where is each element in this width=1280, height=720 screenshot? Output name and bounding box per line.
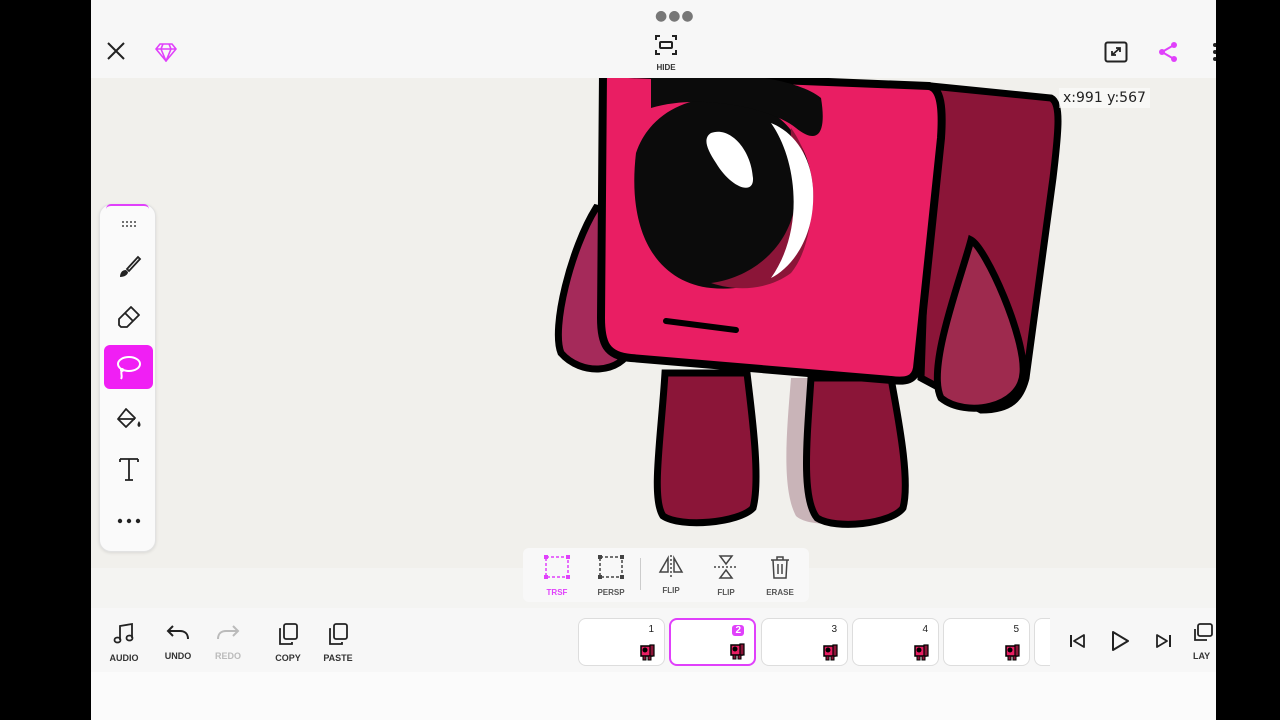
more-tools[interactable] xyxy=(104,499,153,543)
frame-thumbnail-selected[interactable]: 2 xyxy=(669,618,756,666)
brush-icon xyxy=(119,255,141,277)
redo-button[interactable]: REDO xyxy=(206,622,250,661)
brush-tool[interactable] xyxy=(104,245,153,289)
lasso-tool[interactable] xyxy=(104,345,153,389)
flip-horizontal-label: FLIP xyxy=(662,586,680,595)
undo-button[interactable]: UNDO xyxy=(156,622,200,661)
frame-preview-icon xyxy=(1005,644,1020,661)
frame-number: 1 xyxy=(648,624,654,635)
paste-button[interactable]: PASTE xyxy=(316,622,360,663)
drag-handle-icon[interactable] xyxy=(104,209,153,239)
text-tool[interactable] xyxy=(104,447,153,491)
lasso-icon xyxy=(116,356,141,380)
tool-palette xyxy=(99,204,156,552)
diamond-icon[interactable] xyxy=(153,40,179,64)
undo-icon xyxy=(166,625,189,640)
flip-vertical-label: FLIP xyxy=(717,588,735,597)
frame-number: 5 xyxy=(1013,624,1019,635)
frame-thumbnail[interactable]: 3 xyxy=(761,618,848,666)
skip-to-end-icon[interactable] xyxy=(1151,630,1175,652)
more-icon xyxy=(117,518,140,524)
hide-label: HIDE xyxy=(656,63,676,72)
flip-vertical-icon xyxy=(714,555,738,579)
flip-horizontal-button[interactable]: FLIP xyxy=(649,554,693,595)
audio-button[interactable]: AUDIO xyxy=(102,622,146,663)
drawing-canvas[interactable] xyxy=(91,68,1216,568)
paste-label: PASTE xyxy=(323,653,353,663)
share-icon[interactable] xyxy=(1155,40,1181,64)
frame-number: 3 xyxy=(831,624,837,635)
frame-preview-icon xyxy=(640,644,655,661)
text-icon xyxy=(118,458,139,481)
paint-bucket-icon xyxy=(116,408,140,428)
app-window: ●●● HIDE x:991 y:567 TRSF PERSP FLIP FLI… xyxy=(91,0,1216,720)
menu-dots-icon[interactable]: ●●● xyxy=(655,8,695,24)
frame-thumbnail-partial[interactable] xyxy=(1034,618,1050,666)
frame-preview-icon xyxy=(914,644,929,661)
perspective-label: PERSP xyxy=(597,588,625,597)
fill-tool[interactable] xyxy=(104,397,153,441)
audio-label: AUDIO xyxy=(109,653,139,663)
eraser-icon xyxy=(117,306,140,328)
paste-icon xyxy=(329,623,348,645)
frame-preview-icon xyxy=(730,643,745,660)
transform-icon xyxy=(544,555,570,579)
music-note-icon xyxy=(113,622,134,644)
copy-icon xyxy=(279,623,298,645)
flip-horizontal-icon xyxy=(658,555,684,577)
perspective-button[interactable]: PERSP xyxy=(589,554,633,597)
transform-label: TRSF xyxy=(546,588,568,597)
hide-button[interactable]: HIDE xyxy=(646,34,686,74)
redo-icon xyxy=(217,625,240,640)
undo-label: UNDO xyxy=(164,651,192,661)
transform-divider xyxy=(640,558,641,590)
character-drawing xyxy=(554,68,1062,528)
frame-number: 4 xyxy=(922,624,928,635)
redo-label: REDO xyxy=(214,651,241,661)
frame-number: 2 xyxy=(732,625,744,636)
layers-icon xyxy=(1194,623,1213,641)
selection-transform-bar: TRSF PERSP FLIP FLIP ERASE xyxy=(523,548,809,602)
frame-thumbnail[interactable]: 4 xyxy=(852,618,939,666)
layers-button[interactable]: LAY xyxy=(1193,622,1216,661)
erase-selection-button[interactable]: ERASE xyxy=(758,554,802,597)
copy-button[interactable]: COPY xyxy=(266,622,310,663)
skip-to-start-icon[interactable] xyxy=(1066,630,1090,652)
cursor-coordinates: x:991 y:567 xyxy=(1059,88,1150,108)
close-icon[interactable] xyxy=(103,38,129,64)
overflow-menu-icon[interactable] xyxy=(1209,40,1216,64)
trash-icon xyxy=(771,556,789,579)
layers-label: LAY xyxy=(1193,651,1211,661)
frame-thumbnail[interactable]: 1 xyxy=(578,618,665,666)
eraser-tool[interactable] xyxy=(104,295,153,339)
expand-icon[interactable] xyxy=(1103,40,1129,64)
play-icon[interactable] xyxy=(1107,628,1133,654)
copy-label: COPY xyxy=(275,653,301,663)
perspective-icon xyxy=(598,555,624,579)
frame-thumbnail[interactable]: 5 xyxy=(943,618,1030,666)
bottom-strip xyxy=(91,672,1216,720)
transform-button[interactable]: TRSF xyxy=(535,554,579,597)
top-bar: ●●● HIDE xyxy=(91,0,1216,78)
hide-ui-icon xyxy=(655,35,677,55)
flip-vertical-button[interactable]: FLIP xyxy=(704,554,748,597)
frame-preview-icon xyxy=(823,644,838,661)
bottom-bar: AUDIO UNDO REDO COPY PASTE 1 2 3 4 5 LAY xyxy=(91,608,1216,672)
erase-label: ERASE xyxy=(766,588,794,597)
